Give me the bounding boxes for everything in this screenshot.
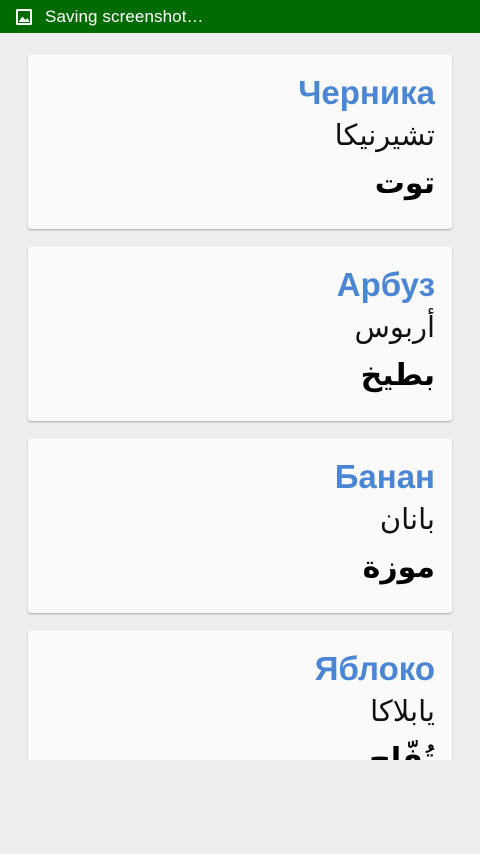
- card-transliteration: تشيرنيكا: [334, 118, 435, 152]
- word-card-banana[interactable]: Банан بانان موزة: [28, 438, 452, 613]
- image-icon: [15, 8, 33, 26]
- card-arabic-word: موزة: [362, 550, 435, 585]
- card-arabic-word: تُفّاح: [369, 742, 435, 760]
- card-title: Черника: [298, 74, 435, 111]
- card-title: Арбуз: [336, 266, 435, 303]
- card-title: Банан: [334, 458, 435, 495]
- card-transliteration: أربوس: [354, 310, 435, 344]
- status-bar: Saving screenshot…: [0, 0, 480, 33]
- card-transliteration: يابلاكا: [370, 694, 435, 728]
- word-list[interactable]: Черника تشيرنيكا توت Арбуз أربوس بطيخ Ба…: [0, 33, 480, 760]
- word-card-watermelon[interactable]: Арбуз أربوس بطيخ: [28, 246, 452, 421]
- word-card-apple[interactable]: Яблоко يابلاكا تُفّاح: [28, 630, 452, 760]
- word-card-blueberry[interactable]: Черника تشيرنيكا توت: [28, 54, 452, 229]
- status-text: Saving screenshot…: [45, 6, 204, 26]
- card-arabic-word: توت: [374, 166, 435, 201]
- card-transliteration: بانان: [379, 502, 435, 536]
- card-arabic-word: بطيخ: [360, 358, 435, 393]
- card-title: Яблоко: [314, 650, 435, 687]
